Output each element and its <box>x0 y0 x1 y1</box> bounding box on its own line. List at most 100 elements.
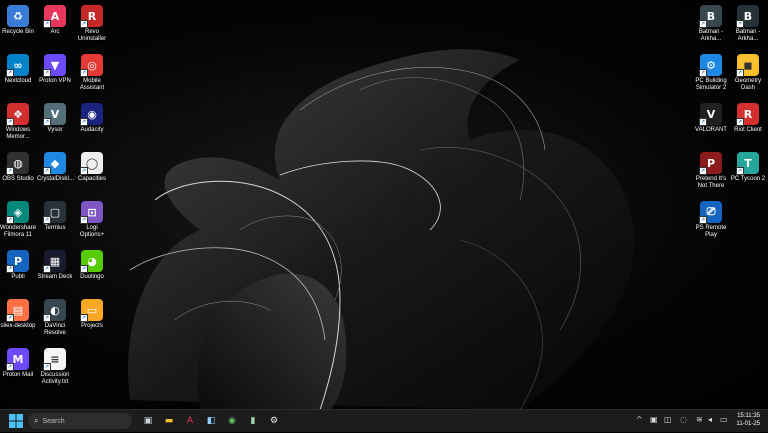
shortcut-arrow-icon: ↗ <box>6 69 14 77</box>
desktop-icon-label: Stream Deck <box>37 274 73 280</box>
logi-options-icon: ⊡ ↗ <box>80 201 103 224</box>
desktop-icon[interactable]: ◍ ↗ OBS Studio <box>0 152 36 183</box>
desktop-icon[interactable]: ▼ ↗ Proton VPN <box>37 54 73 85</box>
shortcut-arrow-icon: ↗ <box>699 69 707 77</box>
windows-memory-icon: ❖ ↗ <box>6 103 29 126</box>
shortcut-arrow-icon: ↗ <box>699 167 707 175</box>
shortcut-arrow-icon: ↗ <box>43 20 51 28</box>
folder-icon: ▭ ↗ <box>80 299 103 322</box>
shortcut-arrow-icon: ↗ <box>43 69 51 77</box>
desktop-icon[interactable]: ▤ ↗ sliex-desktop <box>0 299 36 330</box>
show-hidden-icons-chevron-icon[interactable]: ^ <box>636 415 643 424</box>
desktop-icon[interactable]: V ↗ Vysor <box>37 103 73 134</box>
taskbar-search-box[interactable]: ⌕ Search <box>28 413 132 429</box>
proton-vpn-icon: ▼ ↗ <box>43 54 66 77</box>
desktop-icon[interactable]: ❖ ↗ Windows Memor... <box>0 103 36 141</box>
task-view-icon[interactable]: ▣ <box>140 413 156 429</box>
tray-app-icon[interactable]: ▣ <box>650 415 658 424</box>
notepad-icon[interactable]: ▮ <box>245 413 261 429</box>
desktop-icon[interactable]: R ↗ Revo Uninstaller <box>74 5 110 43</box>
desktop-icon[interactable]: R ↗ Riot Client <box>730 103 766 134</box>
shortcut-arrow-icon: ↗ <box>6 314 14 322</box>
filmora-icon: ◈ ↗ <box>6 201 29 224</box>
desktop-icon[interactable]: ◕ ↗ Duolingo <box>74 250 110 281</box>
tray-app-2-icon[interactable]: ◫ <box>664 415 672 424</box>
desktop-icon-label: Discussion Activity.txt <box>40 372 70 385</box>
desktop-icon-label: Wondershare Filmora 11 <box>0 225 36 238</box>
file-explorer-icon[interactable]: ▬ <box>161 413 177 429</box>
desktop-icon-label: Proton Mail <box>2 372 34 378</box>
shortcut-arrow-icon: ↗ <box>43 265 51 273</box>
desktop-icon[interactable]: P ↗ Publi <box>0 250 36 281</box>
start-button[interactable] <box>8 413 24 429</box>
valorant-icon: V ↗ <box>699 103 722 126</box>
termius-icon: ▢ ↗ <box>43 201 66 224</box>
desktop-icon-label: Logi Options+ <box>79 225 105 238</box>
desktop-icon[interactable]: ∞ ↗ Nextcloud <box>0 54 36 85</box>
recycle-bin-icon: ♻ <box>7 5 29 27</box>
shortcut-arrow-icon: ↗ <box>43 167 51 175</box>
obs-studio-icon: ◍ ↗ <box>6 152 29 175</box>
desktop-icon[interactable]: ▦ ↗ Stream Deck <box>37 250 73 281</box>
revo-uninstaller-icon: R ↗ <box>80 5 103 28</box>
battery-icon[interactable]: ▭ <box>720 415 728 424</box>
wallpaper-bloom <box>128 49 634 410</box>
desktop-icon[interactable]: ◎ ↗ Mobile Assistant <box>74 54 110 92</box>
shortcut-arrow-icon: ↗ <box>6 167 14 175</box>
desktop-icon[interactable]: ⎚ ↗ PS Remote Play <box>693 201 729 239</box>
tray-app-3-icon[interactable]: ◌ <box>680 415 687 424</box>
desktop-icon[interactable]: M ↗ Proton Mail <box>0 348 36 379</box>
desktop-icon[interactable]: ◼ ↗ Geometry Dash <box>730 54 766 92</box>
shortcut-arrow-icon: ↗ <box>80 118 88 126</box>
desktop-icon-label: Termius <box>44 225 66 231</box>
desktop-icon[interactable]: ▭ ↗ Projects <box>74 299 110 330</box>
shortcut-arrow-icon: ↗ <box>699 118 707 126</box>
arc-taskbar-icon[interactable]: A <box>182 413 198 429</box>
desktop-icon[interactable]: A ↗ Arc <box>37 5 73 36</box>
desktop-icon[interactable]: ▢ ↗ Termius <box>37 201 73 232</box>
taskbar-clock[interactable]: 15:11:35 11-01-25 <box>736 412 760 428</box>
desktop-icon[interactable]: ◐ ↗ DaVinci Resolve <box>37 299 73 337</box>
desktop-icon-label: Batman - Arkha... <box>698 29 724 42</box>
desktop-icon-label: Geometry Dash <box>734 78 762 91</box>
desktop-icon-label: VALORANT <box>695 127 727 133</box>
shortcut-arrow-icon: ↗ <box>80 314 88 322</box>
desktop-icon-label: OBS Studio <box>2 176 34 182</box>
desktop-icon-label: PC Building Simulator 2 <box>695 78 727 91</box>
desktop-icon[interactable]: ⚙ ↗ PC Building Simulator 2 <box>693 54 729 92</box>
search-icon: ⌕ <box>34 416 39 425</box>
volume-icon[interactable]: ◂ <box>708 415 712 424</box>
arc-icon: A ↗ <box>43 5 66 28</box>
app-green-icon[interactable]: ◉ <box>224 413 240 429</box>
desktop-icon[interactable]: ◉ ↗ Audacity <box>74 103 110 134</box>
desktop-icon[interactable]: B ↗ Batman - Arkha... <box>693 5 729 43</box>
desktop-icon-label: CrystalDiskI... <box>37 176 75 182</box>
desktop-icon-label: Publi <box>11 274 25 280</box>
desktop-icon[interactable]: T ↗ PC Tycoon 2 <box>730 152 766 183</box>
settings-icon[interactable]: ⚙ <box>266 413 282 429</box>
wifi-icon[interactable]: ≋ <box>696 415 703 424</box>
desktop-icon[interactable]: V ↗ VALORANT <box>693 103 729 134</box>
audacity-icon: ◉ ↗ <box>80 103 103 126</box>
text-file-icon: ≡ ↗ <box>43 348 66 371</box>
shortcut-arrow-icon: ↗ <box>80 216 88 224</box>
desktop-icon-label: Windows Memor... <box>5 127 31 140</box>
desktop-icon-label: Mobile Assistant <box>79 78 105 91</box>
desktop-icon[interactable]: ≡ ↗ Discussion Activity.txt <box>37 348 73 386</box>
desktop-icon[interactable]: B ↗ Batman - Arkha... <box>730 5 766 43</box>
sliex-icon: ▤ ↗ <box>6 299 29 322</box>
ps-remote-play-icon: ⎚ ↗ <box>699 201 722 224</box>
shortcut-arrow-icon: ↗ <box>6 265 14 273</box>
desktop-icon[interactable]: ◆ ↗ CrystalDiskI... <box>37 152 75 183</box>
desktop-icon-label: Vysor <box>47 127 63 133</box>
store-icon[interactable]: ◧ <box>203 413 219 429</box>
desktop-icon[interactable]: ◯ ↗ Capacities <box>74 152 110 183</box>
desktop-icon[interactable]: P ↗ Pretend It's Not There <box>693 152 729 190</box>
geometry-dash-icon: ◼ ↗ <box>736 54 759 77</box>
batman-arkham-2-icon: B ↗ <box>736 5 759 28</box>
desktop-icon-label: PS Remote Play <box>695 225 727 238</box>
desktop-icon[interactable]: ◈ ↗ Wondershare Filmora 11 <box>0 201 36 239</box>
batman-arkham-icon: B ↗ <box>699 5 722 28</box>
desktop-icon[interactable]: ♻ Recycle Bin <box>0 5 36 36</box>
desktop-icon[interactable]: ⊡ ↗ Logi Options+ <box>74 201 110 239</box>
